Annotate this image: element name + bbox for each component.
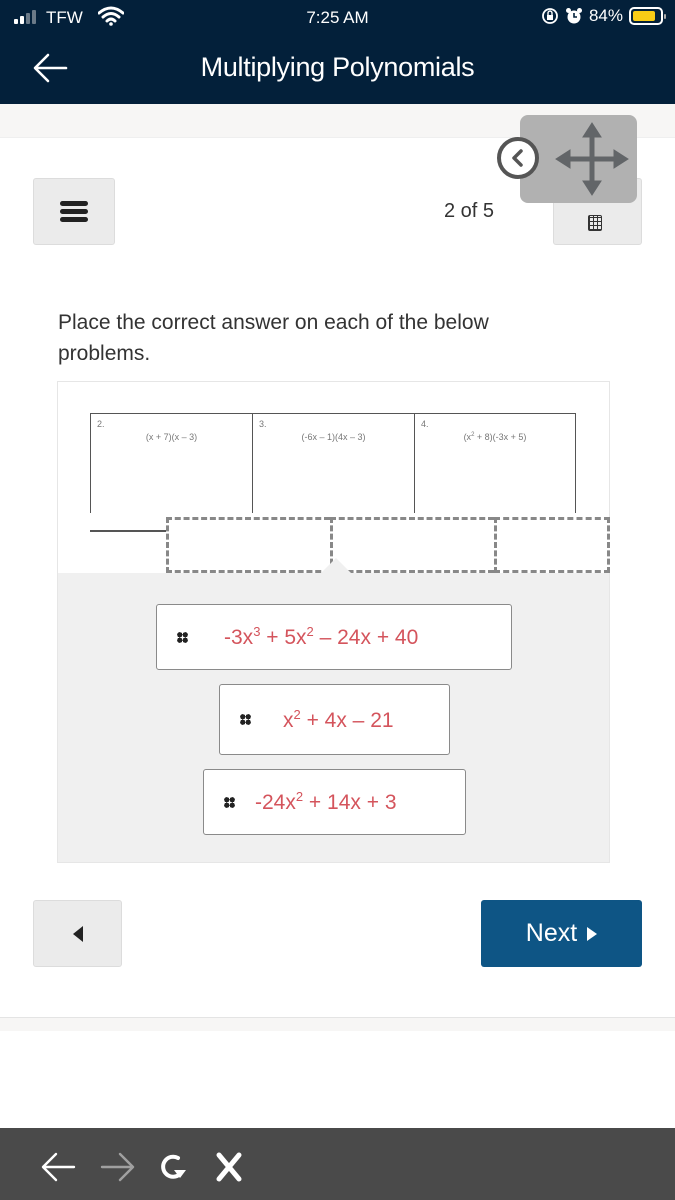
instructions-text: Place the correct answer on each of the … xyxy=(58,311,489,365)
drag-grip-icon[interactable] xyxy=(240,714,251,725)
hamburger-menu-icon xyxy=(60,201,88,206)
answer-bank: -3x3 + 5x2 – 24x + 40 x2 + 4x – 21 -24x2… xyxy=(58,573,609,862)
ans-part: -3x xyxy=(224,626,254,649)
drop-indicator-notch xyxy=(320,558,352,574)
ans-part: + 14x + 3 xyxy=(303,791,397,814)
answer-text: -24x2 + 14x + 3 xyxy=(255,789,397,815)
app-header: TFW 7:25 AM 84% Multiplying Polynomials xyxy=(0,0,675,104)
drop-zone-problem-4[interactable] xyxy=(494,517,610,573)
ans-exponent: 2 xyxy=(293,706,301,722)
footer-band xyxy=(0,1017,675,1031)
triangle-left-icon xyxy=(72,925,83,942)
page-title: Multiplying Polynomials xyxy=(200,52,475,82)
triangle-right-icon xyxy=(587,926,598,941)
answer-text: x2 + 4x – 21 xyxy=(283,707,394,733)
problem-number: 2. xyxy=(97,419,105,429)
expr-part: (x xyxy=(463,432,472,442)
problem-card: 2. (x + 7)(x – 3) xyxy=(90,413,252,532)
battery-percent: 84% xyxy=(588,6,623,25)
problem-expression: (x + 7)(x – 3) xyxy=(145,432,198,442)
collapse-button[interactable] xyxy=(497,137,539,179)
previous-button[interactable] xyxy=(33,900,122,967)
ans-part: + 5x xyxy=(260,626,307,649)
back-icon[interactable] xyxy=(40,1150,78,1184)
drop-zone-problem-3[interactable] xyxy=(330,517,494,573)
drag-grip-icon[interactable] xyxy=(224,796,235,808)
hamburger-line xyxy=(60,209,88,214)
page-indicator: 2 of 5 xyxy=(444,200,495,222)
next-button[interactable]: Next xyxy=(481,900,642,967)
browser-toolbar xyxy=(0,1128,675,1200)
problem-card: 4. (x2 + 8)(-3x + 5) xyxy=(414,413,576,513)
answer-text: -3x3 + 5x2 – 24x + 40 xyxy=(224,624,418,650)
orientation-lock-icon xyxy=(542,8,558,24)
expr-part: + 8)(-3x + 5) xyxy=(474,432,527,442)
problem-number: 4. xyxy=(421,419,429,429)
ans-part: x xyxy=(283,708,294,732)
problem-number: 3. xyxy=(259,419,267,429)
reload-icon[interactable] xyxy=(154,1150,192,1184)
drop-zone-problem-2[interactable] xyxy=(166,517,330,573)
menu-button[interactable] xyxy=(33,178,115,245)
status-right: 84% xyxy=(541,6,666,26)
battery-icon xyxy=(629,7,666,25)
chevron-left-circle-icon xyxy=(512,149,523,167)
calculator-icon xyxy=(588,215,602,231)
next-label: Next xyxy=(525,919,578,947)
ans-part: -24x xyxy=(255,791,296,814)
ans-exponent: 2 xyxy=(306,624,314,639)
status-bar: TFW 7:25 AM 84% xyxy=(0,0,675,36)
problem-expression: (-6x – 1)(4x – 3) xyxy=(301,432,366,442)
hamburger-line xyxy=(60,217,88,222)
answer-tile[interactable]: -3x3 + 5x2 – 24x + 40 xyxy=(156,604,512,670)
answer-tile[interactable]: x2 + 4x – 21 xyxy=(219,684,450,755)
close-icon[interactable] xyxy=(210,1150,248,1184)
problem-baseline xyxy=(90,530,170,532)
ans-part: + 4x – 21 xyxy=(300,708,394,732)
battery-fill xyxy=(633,11,655,21)
ans-part: – 24x + 40 xyxy=(313,626,419,649)
forward-icon[interactable] xyxy=(98,1150,136,1184)
answer-tile[interactable]: -24x2 + 14x + 3 xyxy=(203,769,466,835)
question-area: 2. (x + 7)(x – 3) 3. (-6x – 1)(4x – 3) 4… xyxy=(57,381,610,863)
drag-grip-icon[interactable] xyxy=(177,631,188,643)
alarm-icon xyxy=(565,8,582,24)
problem-expression: (x2 + 8)(-3x + 5) xyxy=(415,432,575,442)
problem-card: 3. (-6x – 1)(4x – 3) xyxy=(252,413,414,513)
ans-exponent: 2 xyxy=(295,789,304,804)
